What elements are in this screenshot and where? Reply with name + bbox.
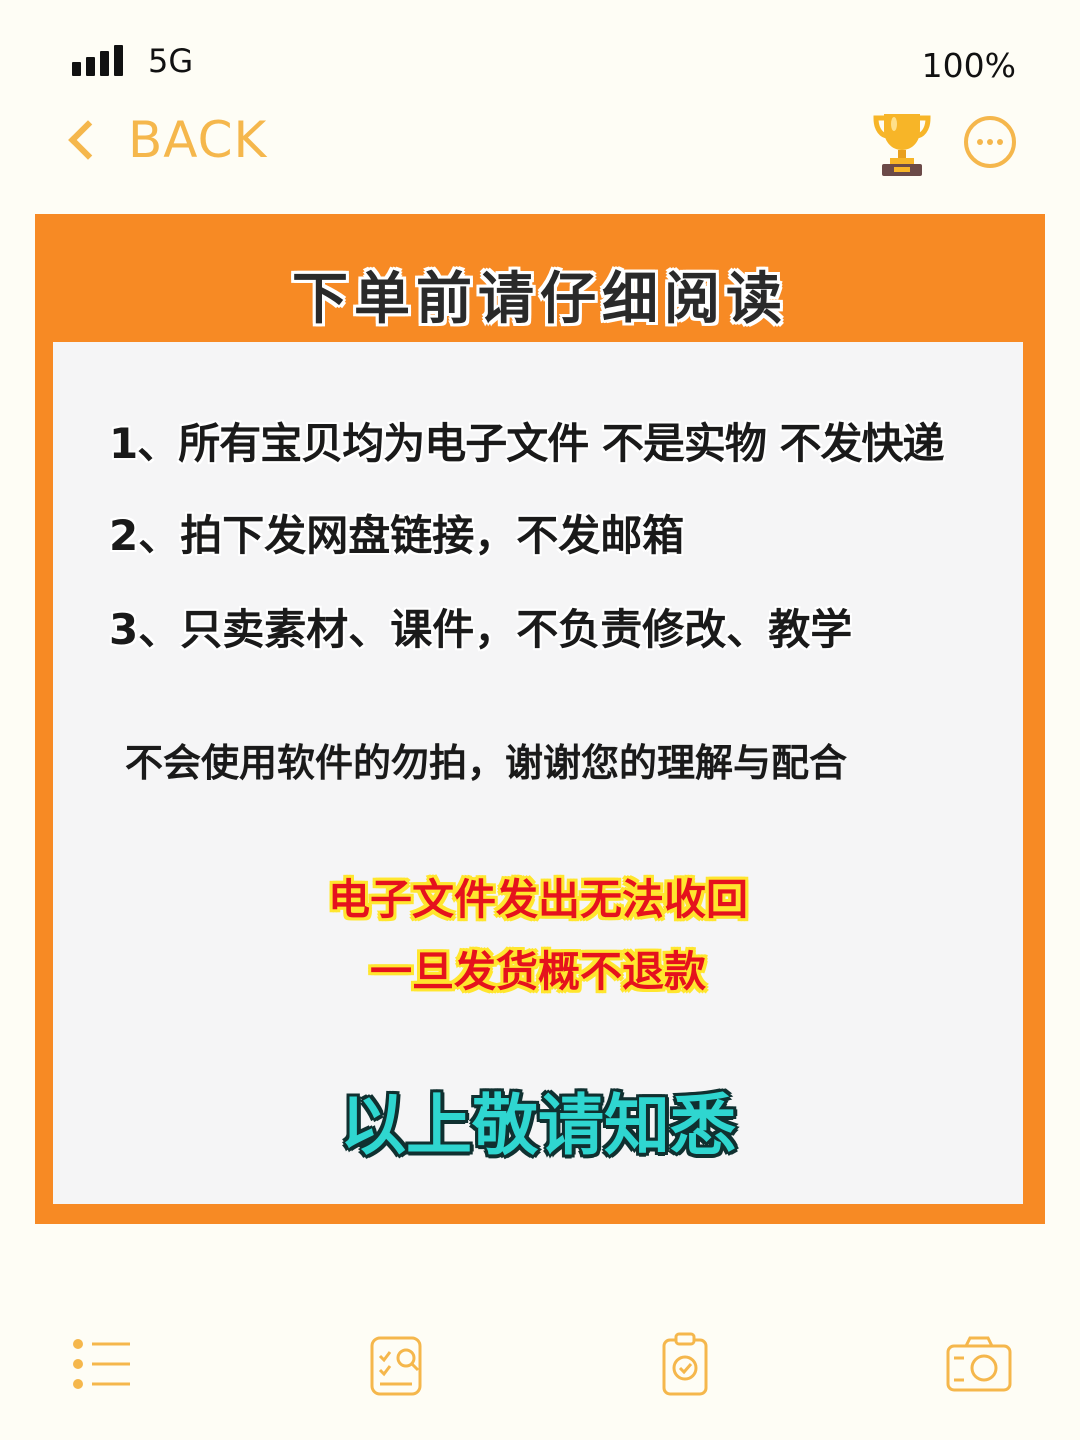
back-button[interactable]: BACK (60, 108, 267, 172)
notice-note: 不会使用软件的勿拍，谢谢您的理解与配合 (125, 741, 848, 785)
rule-item: 3、只卖素材、课件，不负责修改、教学 (109, 605, 853, 654)
chevron-left-icon (68, 120, 108, 160)
more-dot (997, 139, 1003, 145)
back-label: BACK (128, 111, 268, 169)
nav-bar: BACK (60, 108, 1020, 180)
status-bar: 5G 100% (72, 40, 1016, 85)
notice-card: 下单前请仔细阅读 1、所有宝贝均为电子文件 不是实物 不发快递 2、拍下发网盘链… (35, 214, 1045, 1224)
more-dot (977, 139, 983, 145)
list-icon[interactable] (68, 1330, 138, 1400)
clipboard-check-icon[interactable] (650, 1330, 720, 1400)
rule-item: 2、拍下发网盘链接，不发邮箱 (109, 511, 685, 560)
warning-line: 电子文件发出无法收回 (327, 875, 748, 924)
final-notice: 以上敬请知悉 (340, 1087, 736, 1164)
bottom-tab-bar (0, 1320, 1080, 1410)
notice-body: 1、所有宝贝均为电子文件 不是实物 不发快递 2、拍下发网盘链接，不发邮箱 3、… (53, 342, 1023, 1204)
notice-title: 下单前请仔细阅读 (292, 267, 788, 332)
more-button[interactable] (964, 116, 1016, 168)
search-document-icon[interactable] (360, 1330, 430, 1400)
trophy-icon[interactable] (872, 108, 932, 178)
camera-icon[interactable] (944, 1330, 1014, 1400)
battery-level: 100% (921, 46, 1016, 85)
rule-item: 1、所有宝贝均为电子文件 不是实物 不发快递 (109, 419, 944, 468)
app-screen: 5G 100% BACK 下单前请仔细阅读 1、所有宝贝均为电子文件 不是实物 (0, 0, 1080, 1440)
signal-strength-icon (72, 44, 123, 76)
warning-line: 一旦发货概不退款 (369, 947, 706, 996)
more-dot (987, 139, 993, 145)
network-type: 5G (148, 42, 194, 80)
